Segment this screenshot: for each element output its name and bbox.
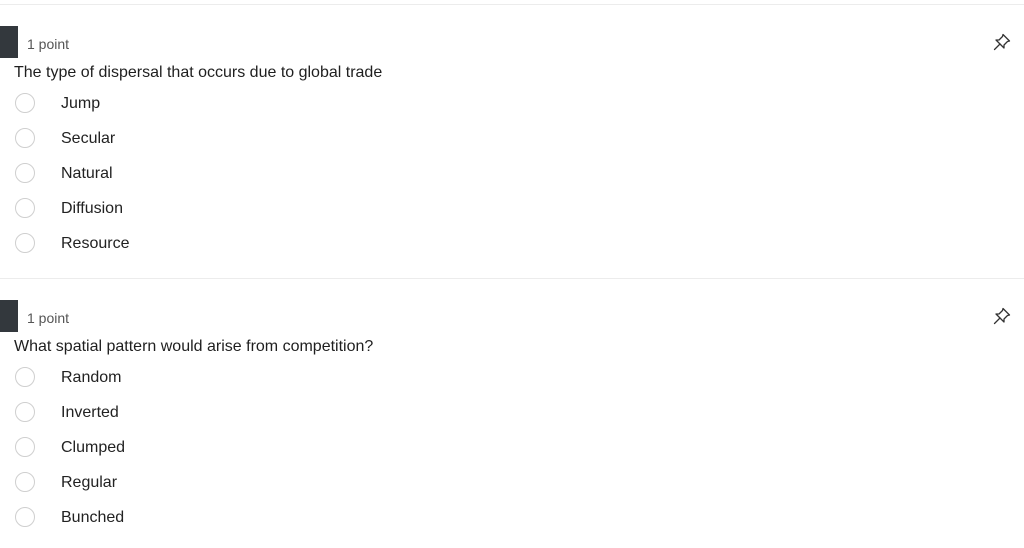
question-divider xyxy=(0,278,1024,279)
option-label: Secular xyxy=(61,130,116,147)
radio-button[interactable] xyxy=(15,93,35,113)
top-divider xyxy=(0,4,1024,5)
pushpin-icon[interactable] xyxy=(992,32,1012,52)
radio-button[interactable] xyxy=(15,128,35,148)
radio-button[interactable] xyxy=(15,233,35,253)
option-inverted[interactable]: Inverted xyxy=(14,401,414,427)
option-label: Diffusion xyxy=(61,200,123,217)
option-random[interactable]: Random xyxy=(14,366,414,392)
option-label: Random xyxy=(61,369,122,386)
question-marker xyxy=(0,26,18,58)
radio-button[interactable] xyxy=(15,367,35,387)
option-regular[interactable]: Regular xyxy=(14,471,414,497)
question-points: 1 point xyxy=(27,310,70,326)
option-label: Jump xyxy=(61,95,101,112)
radio-button[interactable] xyxy=(15,507,35,527)
question-prompt: The type of dispersal that occurs due to… xyxy=(14,64,383,81)
option-clumped[interactable]: Clumped xyxy=(14,436,414,462)
option-label: Inverted xyxy=(61,404,119,421)
option-label: Resource xyxy=(61,235,130,252)
option-jump[interactable]: Jump xyxy=(14,92,414,118)
option-natural[interactable]: Natural xyxy=(14,162,414,188)
radio-button[interactable] xyxy=(15,198,35,218)
option-label: Clumped xyxy=(61,439,126,456)
radio-button[interactable] xyxy=(15,163,35,183)
radio-button[interactable] xyxy=(15,472,35,492)
question-points: 1 point xyxy=(27,36,70,52)
question-marker xyxy=(0,300,18,332)
option-bunched[interactable]: Bunched xyxy=(14,506,414,532)
option-diffusion[interactable]: Diffusion xyxy=(14,197,414,223)
radio-button[interactable] xyxy=(15,402,35,422)
option-label: Regular xyxy=(61,474,118,491)
option-label: Natural xyxy=(61,165,113,182)
option-label: Bunched xyxy=(61,509,125,526)
question-prompt: What spatial pattern would arise from co… xyxy=(14,338,374,355)
option-resource[interactable]: Resource xyxy=(14,232,414,258)
pushpin-icon[interactable] xyxy=(992,306,1012,326)
option-secular[interactable]: Secular xyxy=(14,127,414,153)
radio-button[interactable] xyxy=(15,437,35,457)
